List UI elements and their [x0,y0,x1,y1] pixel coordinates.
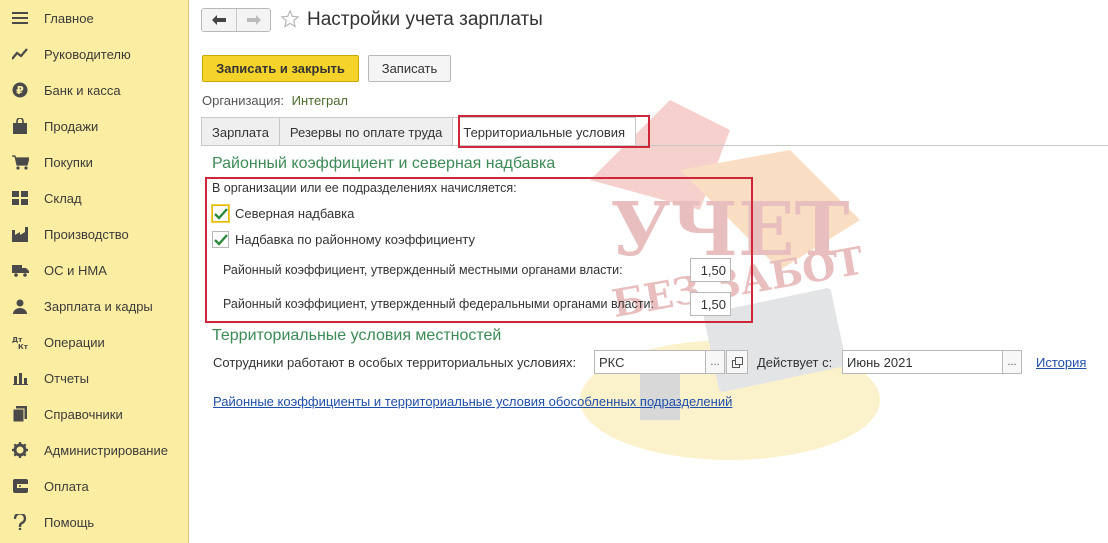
save-button[interactable]: Записать [368,55,451,82]
sidebar-item-label: Руководителю [44,46,131,62]
sidebar-item-label: ОС и НМА [44,262,107,278]
checkmark-icon [213,207,228,220]
history-nav [201,8,271,32]
regional-coef-label[interactable]: Надбавка по районному коэффициенту [235,232,475,247]
arrow-right-icon [246,15,261,25]
sidebar-item-bank[interactable]: ₽ Банк и касса [0,72,188,108]
tab-reserves[interactable]: Резервы по оплате труда [278,117,454,146]
save-and-close-button[interactable]: Записать и закрыть [202,55,359,82]
sidebar-item-sales[interactable]: Продажи [0,108,188,144]
subdivisions-coefficients-link[interactable]: Районные коэффициенты и территориальные … [213,394,732,409]
organization-label: Организация: [202,93,285,108]
title-bar: Настройки учета зарплаты [201,8,543,32]
gear-icon [10,440,30,460]
select-button[interactable]: ... [1002,350,1022,374]
sidebar: Главное Руководителю ₽ Банк и касса Прод… [0,0,189,543]
regional-coef-checkbox[interactable] [212,231,229,248]
sidebar-item-salary[interactable]: Зарплата и кадры [0,288,188,324]
sidebar-item-warehouse[interactable]: Склад [0,180,188,216]
factory-icon [10,224,30,244]
sidebar-item-label: Зарплата и кадры [44,298,153,314]
sidebar-item-fixed-assets[interactable]: ОС и НМА [0,252,188,288]
sidebar-item-manager[interactable]: Руководителю [0,36,188,72]
back-button[interactable] [202,9,236,31]
sidebar-item-catalogs[interactable]: Справочники [0,396,188,432]
select-button[interactable]: ... [705,350,725,374]
favorite-star-icon[interactable] [280,8,300,31]
tab-bar: Зарплата Резервы по оплате труда Террито… [201,117,637,146]
sidebar-item-label: Продажи [44,118,99,134]
forward-button[interactable] [236,9,270,31]
page-title: Настройки учета зарплаты [307,9,543,30]
menu-icon [10,8,30,28]
bag-icon [10,116,30,136]
effective-from-value: Июнь 2021 [847,354,913,370]
history-link[interactable]: История [1036,355,1086,370]
territorial-conditions-input[interactable]: РКС ... [594,350,748,374]
sidebar-item-payment[interactable]: Оплата [0,468,188,504]
federal-coef-label: Районный коэффициент, утвержденный федер… [223,297,654,311]
sidebar-item-label: Операции [44,334,105,350]
svg-text:₽: ₽ [16,84,24,97]
sidebar-item-operations[interactable]: Дт Кт Операции [0,324,188,360]
local-coef-input[interactable]: 1,50 [690,258,731,282]
checkmark-icon [213,233,228,246]
watermark-line2: БЕЗ ЗАБОТ [609,237,867,325]
books-icon [10,404,30,424]
effective-from-label: Действует с: [757,355,833,370]
sidebar-item-label: Администрирование [44,442,168,458]
truck-icon [10,260,30,280]
main-panel: УЧЕТ БЕЗ ЗАБОТ Настройки учета зарплаты … [190,0,1108,543]
territorial-section-title: Территориальные условия местностей [212,327,502,344]
sidebar-item-reports[interactable]: Отчеты [0,360,188,396]
trend-icon [10,44,30,64]
person-icon [10,296,30,316]
sidebar-item-main[interactable]: Главное [0,0,188,36]
sidebar-item-label: Отчеты [44,370,89,386]
svg-text:Кт: Кт [18,343,28,350]
sidebar-item-help[interactable]: Помощь [0,504,188,540]
sidebar-item-label: Банк и касса [44,82,121,98]
sidebar-item-label: Производство [44,226,129,242]
sidebar-item-purchases[interactable]: Покупки [0,144,188,180]
tab-salary[interactable]: Зарплата [201,117,280,146]
sidebar-item-label: Справочники [44,406,123,422]
employees-conditions-label: Сотрудники работают в особых территориал… [213,355,577,370]
tab-divider [201,145,1108,146]
arrow-left-icon [212,15,226,25]
sidebar-item-label: Склад [44,190,82,206]
sidebar-item-label: Оплата [44,478,89,494]
regional-coef-row: Надбавка по районному коэффициенту [212,231,475,248]
north-allowance-checkbox[interactable] [212,205,229,222]
accrual-intro-label: В организации или ее подразделениях начи… [212,181,517,195]
sidebar-item-production[interactable]: Производство [0,216,188,252]
federal-coef-input[interactable]: 1,50 [690,292,731,316]
effective-from-input[interactable]: Июнь 2021 ... [842,350,1022,374]
organization-row: Организация: Интеграл [202,93,348,108]
sidebar-item-label: Помощь [44,514,95,530]
tab-territorial[interactable]: Территориальные условия [452,117,637,146]
sidebar-item-label: Главное [44,10,94,26]
bar-chart-icon [10,368,30,388]
north-allowance-row: Северная надбавка [212,205,354,222]
cart-icon [10,152,30,172]
warehouse-icon [10,188,30,208]
organization-value[interactable]: Интеграл [292,93,348,108]
help-icon [10,512,30,532]
regional-section-title: Районный коэффициент и северная надбавка [212,155,556,172]
territorial-conditions-value: РКС [599,354,625,370]
sidebar-item-administration[interactable]: Администрирование [0,432,188,468]
local-coef-label: Районный коэффициент, утвержденный местн… [223,263,623,277]
open-icon[interactable] [726,350,748,374]
sidebar-item-label: Покупки [44,154,93,170]
dt-kt-icon: Дт Кт [10,332,30,352]
ruble-icon: ₽ [10,80,30,100]
north-allowance-label[interactable]: Северная надбавка [235,206,354,221]
wallet-icon [10,476,30,496]
